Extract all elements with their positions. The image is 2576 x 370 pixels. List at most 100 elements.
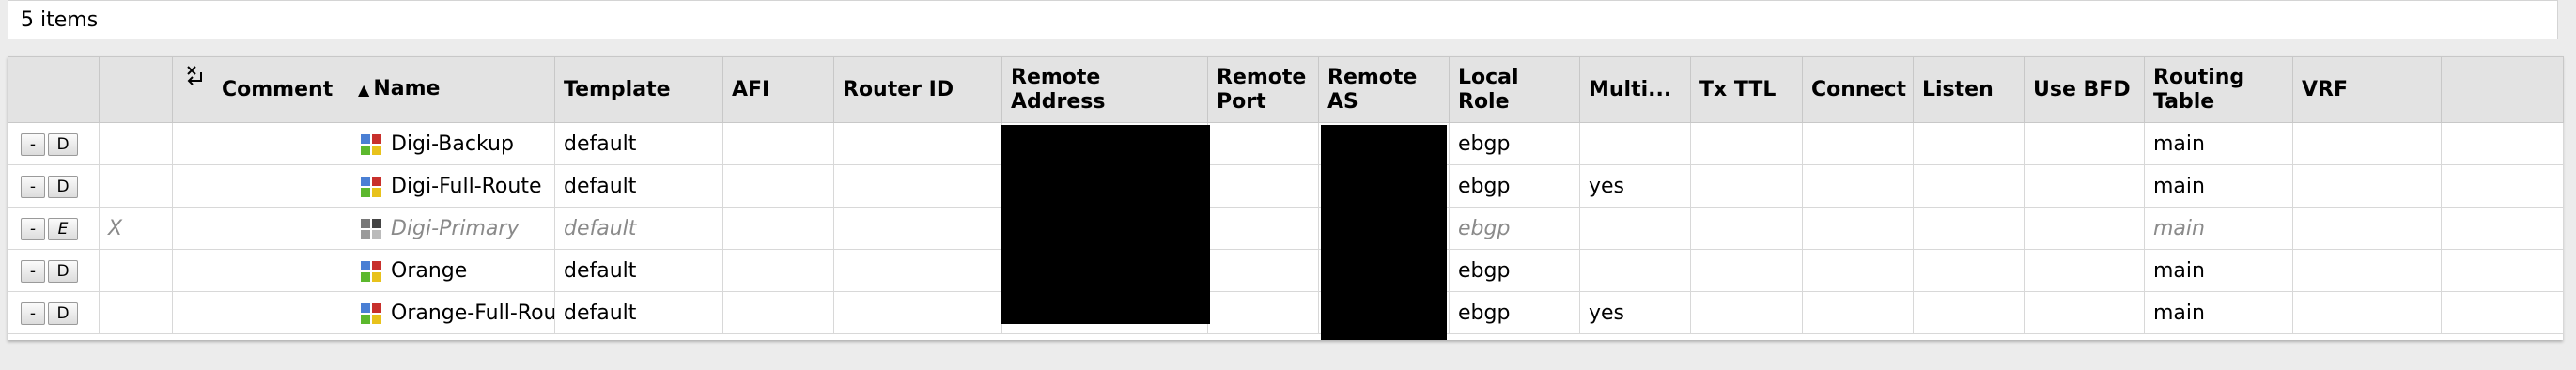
row-tx-ttl	[1690, 122, 1803, 165]
row-filler	[2441, 291, 2564, 334]
row-connect	[1802, 291, 1914, 334]
column-header-name[interactable]: ▲ Name	[349, 56, 555, 123]
row-afi	[722, 164, 834, 208]
row-vrf	[2292, 122, 2442, 165]
comment-icon	[187, 66, 202, 85]
row-tx-ttl	[1690, 249, 1803, 292]
remove-button[interactable]: -	[21, 175, 45, 198]
row-flag	[99, 249, 173, 292]
row-flag	[99, 122, 173, 165]
row-routing-table: main	[2144, 122, 2293, 165]
disable-button[interactable]: D	[48, 132, 78, 156]
row-tx-ttl	[1690, 207, 1803, 250]
remove-button[interactable]: -	[21, 217, 45, 240]
column-header-listen[interactable]: Listen	[1913, 56, 2025, 123]
column-header-afi[interactable]: AFI	[722, 56, 834, 123]
column-header-controls	[8, 56, 100, 123]
row-name-label: Orange-Full-Route	[391, 301, 554, 325]
column-header-flags	[99, 56, 173, 123]
column-header-router-id[interactable]: Router ID	[833, 56, 1002, 123]
column-header-remote-as[interactable]: Remote AS	[1318, 56, 1450, 123]
row-vrf	[2292, 249, 2442, 292]
row-flag	[99, 164, 173, 208]
row-local-role: ebgp	[1449, 249, 1580, 292]
redacted-remote-address	[1001, 125, 1210, 324]
enable-button[interactable]: E	[48, 217, 78, 240]
column-header-use-bfd-label: Use BFD	[2033, 77, 2131, 101]
row-listen	[1913, 164, 2025, 208]
item-count-bar: 5 items	[8, 0, 2558, 39]
row-name[interactable]: Digi-Primary	[349, 207, 555, 250]
row-routing-table: main	[2144, 207, 2293, 250]
row-afi	[722, 122, 834, 165]
table-row[interactable]: -D Orange default ebgp main	[8, 249, 2564, 292]
column-header-vrf[interactable]: VRF	[2292, 56, 2442, 123]
column-header-template[interactable]: Template	[554, 56, 723, 123]
row-listen	[1913, 291, 2025, 334]
redacted-remote-as	[1321, 125, 1447, 340]
column-header-name-label: Name	[373, 77, 441, 100]
column-header-routing-table[interactable]: Routing Table	[2144, 56, 2293, 123]
row-flag	[99, 291, 173, 334]
bgp-peer-icon	[361, 176, 381, 197]
row-listen	[1913, 207, 2025, 250]
column-header-remote-address-label: Remote Address	[1011, 65, 1106, 114]
row-name-label: Digi-Primary	[391, 216, 520, 240]
column-header-tx-ttl-label: Tx TTL	[1699, 77, 1777, 101]
row-template: default	[554, 291, 723, 334]
remove-button[interactable]: -	[21, 301, 45, 325]
row-afi	[722, 207, 834, 250]
column-header-multihop[interactable]: Multi...	[1579, 56, 1691, 123]
remove-button[interactable]: -	[21, 132, 45, 156]
row-name-label: Digi-Full-Route	[391, 174, 542, 198]
column-header-tx-ttl[interactable]: Tx TTL	[1690, 56, 1803, 123]
row-connect	[1802, 122, 1914, 165]
column-header-afi-label: AFI	[732, 77, 770, 101]
disable-button[interactable]: D	[48, 175, 78, 198]
row-connect	[1802, 249, 1914, 292]
row-use-bfd	[2024, 122, 2145, 165]
column-header-connect[interactable]: Connect	[1802, 56, 1914, 123]
row-use-bfd	[2024, 207, 2145, 250]
row-name[interactable]: Orange	[349, 249, 555, 292]
row-multihop: yes	[1579, 164, 1691, 208]
row-use-bfd	[2024, 164, 2145, 208]
row-listen	[1913, 249, 2025, 292]
row-flag: X	[99, 207, 173, 250]
column-header-listen-label: Listen	[1922, 77, 1994, 101]
column-header-comment[interactable]: Comment	[172, 56, 349, 123]
column-header-routing-table-label: Routing Table	[2153, 65, 2245, 114]
row-template: default	[554, 122, 723, 165]
row-template: default	[554, 207, 723, 250]
table-row[interactable]: -D Orange-Full-Route default ebgp yes	[8, 291, 2564, 334]
column-header-use-bfd[interactable]: Use BFD	[2024, 56, 2145, 123]
column-header-local-role[interactable]: Local Role	[1449, 56, 1580, 123]
row-name[interactable]: Orange-Full-Route	[349, 291, 555, 334]
row-template: default	[554, 164, 723, 208]
row-name[interactable]: Digi-Backup	[349, 122, 555, 165]
column-header-remote-address[interactable]: Remote Address	[1001, 56, 1208, 123]
row-remote-port	[1207, 164, 1319, 208]
column-header-template-label: Template	[564, 77, 671, 101]
table-row-disabled[interactable]: -E X Digi-Primary default ebgp main	[8, 207, 2564, 250]
row-vrf	[2292, 291, 2442, 334]
row-afi	[722, 249, 834, 292]
column-header-vrf-label: VRF	[2302, 77, 2348, 101]
row-template: default	[554, 249, 723, 292]
row-vrf	[2292, 207, 2442, 250]
remove-button[interactable]: -	[21, 259, 45, 283]
row-name[interactable]: Digi-Full-Route	[349, 164, 555, 208]
row-remote-port	[1207, 207, 1319, 250]
row-controls: -E	[8, 207, 100, 250]
row-local-role: ebgp	[1449, 207, 1580, 250]
column-header-remote-port[interactable]: Remote Port	[1207, 56, 1319, 123]
row-vrf	[2292, 164, 2442, 208]
disable-button[interactable]: D	[48, 259, 78, 283]
row-filler	[2441, 249, 2564, 292]
bgp-peer-icon	[361, 302, 381, 324]
table-row[interactable]: -D Digi-Backup default ebgp main	[8, 122, 2564, 165]
disable-button[interactable]: D	[48, 301, 78, 325]
row-comment	[172, 249, 349, 292]
table-row[interactable]: -D Digi-Full-Route default ebgp yes main	[8, 164, 2564, 208]
row-local-role: ebgp	[1449, 291, 1580, 334]
